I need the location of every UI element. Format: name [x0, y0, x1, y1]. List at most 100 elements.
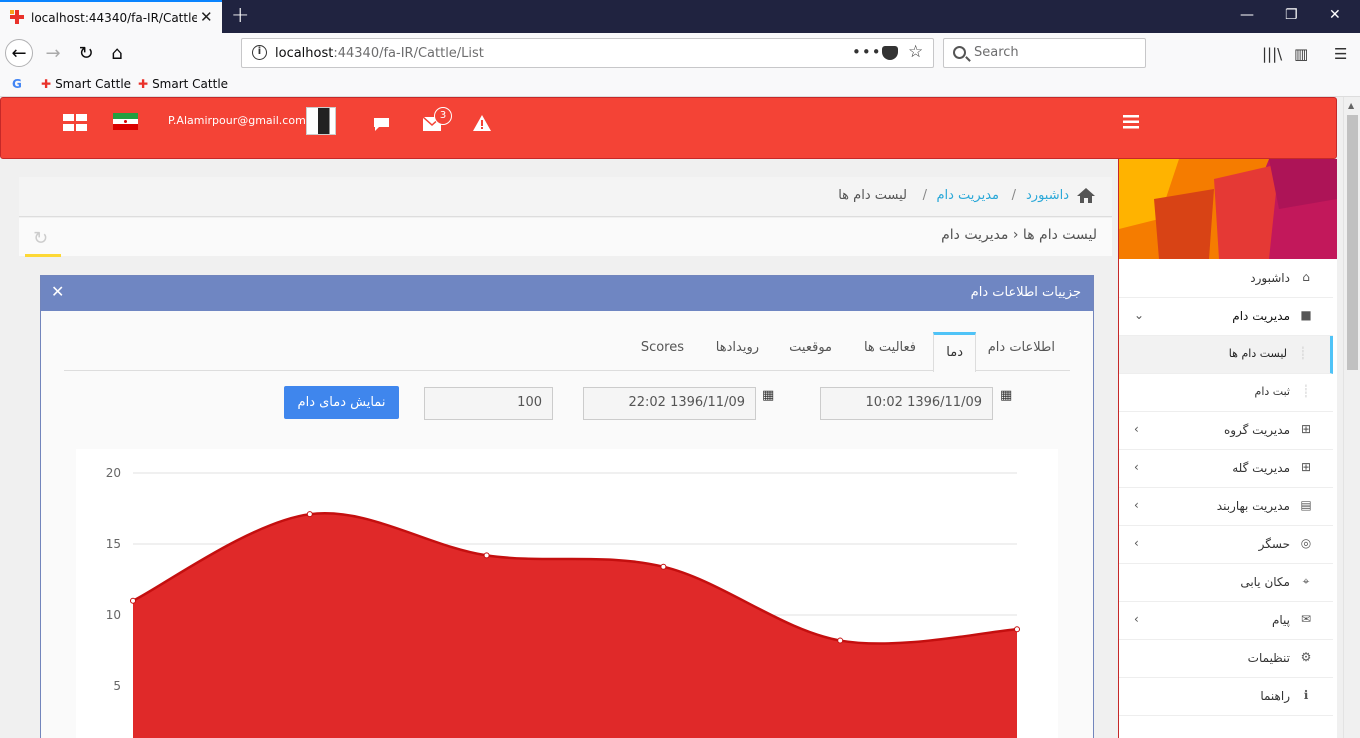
bookmarks-bar: G ✚ Smart Cattle ✚ Smart Cattle [0, 73, 1360, 97]
page: P.Alamirpour@gmail.com 3 داشبورد / مدیری… [0, 97, 1343, 738]
data-point [483, 552, 490, 559]
home-icon[interactable] [1076, 187, 1096, 204]
tab-cattle-info[interactable]: اطلاعات دام [988, 340, 1055, 355]
scrollbar[interactable]: ▲ [1343, 97, 1360, 738]
tab-activities[interactable]: فعالیت ها [864, 340, 916, 355]
reload-icon[interactable]: ↻ [72, 39, 100, 67]
submenu-bullet-icon: ┊ [1302, 384, 1310, 398]
url-bar[interactable]: i localhost:44340/fa-IR/Cattle/List ••• … [241, 38, 934, 68]
close-icon[interactable]: ✕ [51, 282, 64, 301]
chevron-left-icon[interactable]: ‹ [1134, 498, 1139, 512]
count-field[interactable]: 100 [424, 387, 553, 420]
y-tick-label: 15 [106, 537, 121, 551]
sidebar-item[interactable]: راهنما ℹ [1119, 678, 1333, 716]
tab-location[interactable]: موقعیت [789, 340, 832, 355]
data-point [306, 511, 313, 518]
sidebar-banner-art [1119, 159, 1337, 259]
site-info-icon[interactable]: i [252, 45, 267, 60]
bookmark-star-icon[interactable]: ☆ [908, 42, 923, 62]
sidebar-item[interactable]: داشبورد ⌂ [1119, 260, 1333, 298]
show-temperature-button[interactable]: نمایش دمای دام [284, 386, 399, 419]
library-icon[interactable]: |||\ [1262, 45, 1282, 63]
sidebar-item[interactable]: مدیریت دام ■ ⌄ [1119, 298, 1333, 336]
user-email[interactable]: P.Alamirpour@gmail.com [168, 114, 306, 127]
pocket-icon[interactable] [882, 46, 898, 60]
restore-icon[interactable]: ❐ [1285, 7, 1298, 23]
chevron-left-icon[interactable]: ‹ [1134, 422, 1139, 436]
cattle-details-modal: جزییات اطلاعات دام ✕ اطلاعات دام دما فعا… [40, 275, 1094, 738]
sidebar-toggle-icon[interactable]: ▥ [1294, 45, 1308, 63]
google-icon[interactable]: G [12, 77, 22, 91]
sidebar-item-label: لیست دام ها [1228, 347, 1287, 360]
temperature-chart: 5 10 15 20 [76, 449, 1058, 738]
menu-icon[interactable]: ☰ [1334, 45, 1347, 63]
sensor-icon: ◎ [1300, 536, 1312, 550]
url-text[interactable]: localhost:44340/fa-IR/Cattle/List [275, 46, 484, 61]
scrollbar-thumb[interactable] [1347, 115, 1358, 370]
sidebar-item[interactable]: ثبت دام ┊ [1119, 374, 1333, 412]
data-point [837, 637, 844, 644]
home-icon[interactable]: ⌂ [103, 39, 131, 67]
sidebar-item[interactable]: مدیریت گروه ⊞ ‹ [1119, 412, 1333, 450]
browser-tab-bar: localhost:44340/fa-IR/Cattle/Li ✕ + — ❐ … [0, 0, 1360, 33]
sidebar-item-label: تنظیمات [1247, 651, 1290, 665]
scroll-up-icon[interactable]: ▲ [1348, 101, 1354, 110]
breadcrumb-section-link[interactable]: مدیریت دام [936, 188, 999, 203]
modal-tabs: اطلاعات دام دما فعالیت ها موقعیت رویداده… [64, 330, 1070, 372]
warning-icon[interactable] [473, 115, 491, 131]
sitemap-icon: ⊞ [1300, 422, 1312, 436]
refresh-icon[interactable]: ↻ [33, 228, 48, 249]
breadcrumb-home-link[interactable]: داشبورد [1026, 188, 1069, 203]
search-bar[interactable] [943, 38, 1146, 68]
sidebar-item-label: مدیریت گله [1232, 461, 1290, 475]
modal-title: جزییات اطلاعات دام [970, 285, 1081, 300]
y-tick-label: 10 [106, 608, 121, 622]
breadcrumb-separator: / [1011, 188, 1016, 203]
sidebar-item[interactable]: پیام ✉ ‹ [1119, 602, 1333, 640]
square-icon: ■ [1300, 308, 1312, 322]
cross-favicon-icon [10, 10, 24, 24]
tab-events[interactable]: رویدادها [716, 340, 759, 355]
to-date-field[interactable]: 22:02 1396/11/09 [583, 387, 756, 420]
chevron-down-icon[interactable]: ⌄ [1134, 308, 1144, 322]
tab-scores[interactable]: Scores [641, 340, 684, 355]
chevron-left-icon[interactable]: ‹ [1134, 612, 1139, 626]
back-icon[interactable]: ← [5, 39, 33, 67]
bookmark-item[interactable]: ✚ Smart Cattle [41, 77, 131, 91]
page-actions-icon[interactable]: ••• [852, 43, 882, 61]
sidebar-item-label: پیام [1271, 613, 1290, 627]
sidebar-item[interactable]: مکان یابی ⌖ [1119, 564, 1333, 602]
breadcrumb: داشبورد / مدیریت دام / لیست دام ها [19, 177, 1112, 217]
chevron-left-icon[interactable]: ‹ [1134, 460, 1139, 474]
avatar[interactable] [306, 107, 336, 135]
search-input[interactable] [974, 45, 1134, 60]
chat-icon[interactable] [373, 117, 390, 132]
chevron-left-icon[interactable]: ‹ [1134, 536, 1139, 550]
grid-icon[interactable] [63, 114, 88, 132]
barn-icon: ▤ [1300, 498, 1312, 512]
bookmark-item[interactable]: ✚ Smart Cattle [138, 77, 228, 91]
hamburger-icon[interactable] [1123, 115, 1139, 129]
iran-flag-icon[interactable] [113, 113, 138, 130]
browser-tab[interactable]: localhost:44340/fa-IR/Cattle/Li ✕ [0, 0, 222, 33]
modal-header: جزییات اطلاعات دام ✕ [41, 276, 1093, 311]
tab-temperature[interactable]: دما [933, 332, 976, 372]
sidebar-item[interactable]: مدیریت گله ⊞ ‹ [1119, 450, 1333, 488]
sidebar-item[interactable]: لیست دام ها ┊ [1119, 336, 1333, 374]
minimize-icon[interactable]: — [1240, 7, 1254, 23]
browser-tab-title: localhost:44340/fa-IR/Cattle/Li [31, 11, 197, 25]
window-close-icon[interactable]: ✕ [1329, 7, 1341, 23]
sidebar-item[interactable]: حسگر ◎ ‹ [1119, 526, 1333, 564]
tab-close-icon[interactable]: ✕ [200, 8, 213, 26]
sidebar-item[interactable]: مدیریت بهاربند ▤ ‹ [1119, 488, 1333, 526]
sidebar-item[interactable]: تنظیمات ⚙ [1119, 640, 1333, 678]
submenu-bullet-icon: ┊ [1299, 346, 1307, 360]
calendar-icon[interactable]: ▦ [1000, 388, 1012, 403]
forward-icon[interactable]: → [39, 39, 67, 67]
sitemap-icon: ⊞ [1300, 460, 1312, 474]
sidebar-banner [1119, 159, 1337, 259]
info-icon: ℹ [1303, 688, 1309, 702]
calendar-icon[interactable]: ▦ [762, 388, 774, 403]
new-tab-icon[interactable]: + [231, 3, 249, 28]
from-date-field[interactable]: 10:02 1396/11/09 [820, 387, 993, 420]
